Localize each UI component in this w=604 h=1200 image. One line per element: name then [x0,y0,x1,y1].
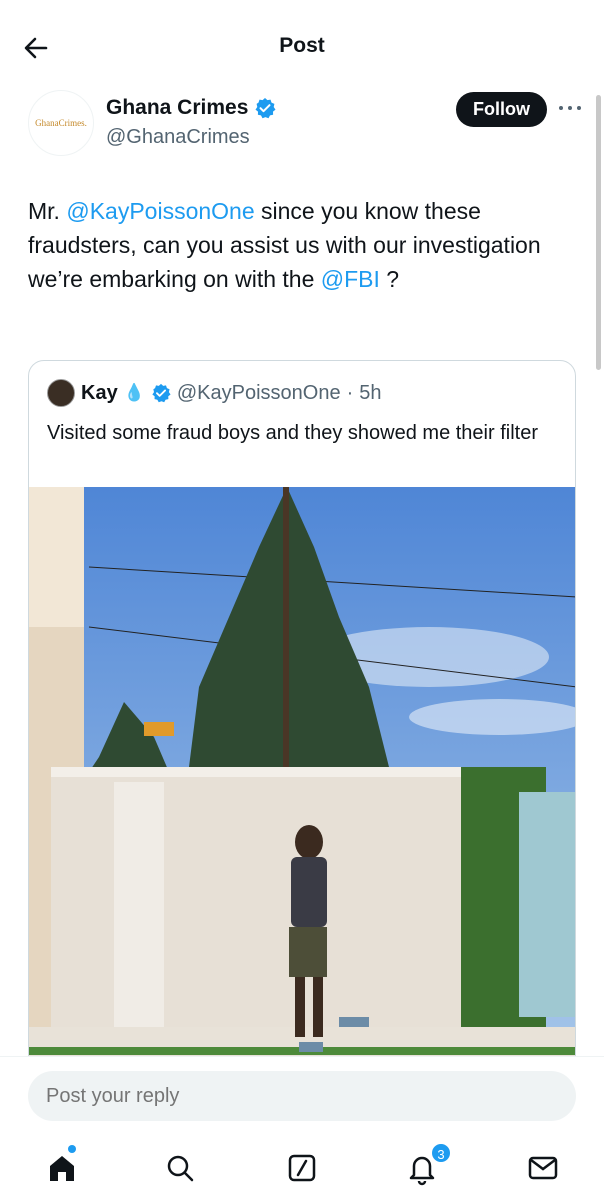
quoted-post-photo[interactable] [29,487,576,1080]
follow-button[interactable]: Follow [456,92,547,127]
mention-link[interactable]: @FBI [321,266,380,292]
post-text: Mr. @KayPoissonOne since you know these … [28,194,578,296]
quoted-post-text: Visited some fraud boys and they showed … [47,422,538,444]
scrollbar[interactable] [596,95,601,370]
more-dots-icon[interactable] [556,98,584,118]
post-text-part: ? [379,266,400,292]
home-activity-dot [68,1145,76,1153]
reply-bar [0,1056,604,1136]
top-header: Post [0,0,604,92]
quoted-avatar [47,379,75,407]
bottom-tab-bar [0,1136,604,1200]
verified-badge-icon [152,383,171,403]
quoted-post[interactable]: Kay 💧 @KayPoissonOne · 5h Visited some f… [28,360,576,1080]
quoted-author-handle: @KayPoissonOne [176,381,341,404]
reply-input[interactable] [28,1071,576,1121]
author-name[interactable]: Ghana Crimes [106,96,248,120]
notification-count-badge: 3 [430,1142,452,1164]
quoted-timestamp: 5h [359,381,382,404]
home-icon[interactable] [42,1148,82,1188]
post-text-part: Mr. [28,198,67,224]
separator-dot: · [346,381,354,404]
author-name-row: Ghana Crimes [106,96,276,120]
search-icon[interactable] [160,1148,200,1188]
water-drop-emoji: 💧 [123,383,145,402]
avatar-logo-text: GhanaCrimes. [35,118,87,128]
verified-badge-icon [255,98,276,119]
quoted-author-name: Kay [81,381,118,404]
author-handle[interactable]: @GhanaCrimes [106,126,250,149]
quoted-post-header: Kay 💧 @KayPoissonOne · 5h [47,379,382,407]
mention-link[interactable]: @KayPoissonOne [66,198,254,224]
grok-icon[interactable] [282,1148,322,1188]
messages-icon[interactable] [523,1148,563,1188]
post-author: GhanaCrimes. Ghana Crimes @GhanaCrimes F… [28,90,584,160]
page-title: Post [279,34,325,57]
avatar[interactable]: GhanaCrimes. [28,90,94,156]
